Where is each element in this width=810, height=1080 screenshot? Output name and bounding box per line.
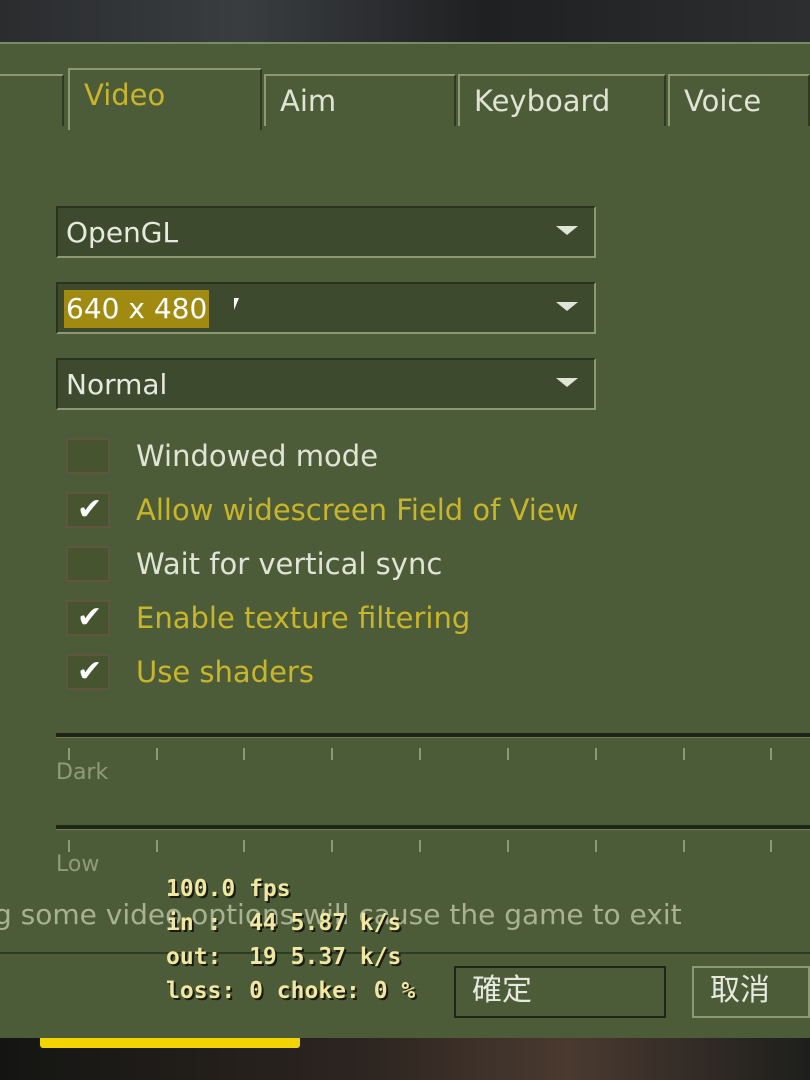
quality-value: Normal [66,368,168,401]
checkbox[interactable] [66,546,110,582]
slider-tick [331,748,333,760]
slider-tick [419,748,421,760]
net-graph-overlay: 100.0 fps in : 44 5.87 k/s out: 19 5.37 k/… [166,872,415,1008]
netgraph-fps: 100.0 fps [166,876,291,902]
cancel-button[interactable]: 取消 [692,966,810,1018]
tab-keyboard[interactable]: Keyboard [458,74,666,126]
option-label: Enable texture filtering [136,601,471,635]
mouse-cursor-icon [234,298,239,310]
tab-aim[interactable]: Aim [264,74,456,126]
slider-tick [683,748,685,760]
option-label: Allow widescreen Field of View [136,493,579,527]
slider-tick [331,840,333,852]
checkbox[interactable]: ✔ [66,654,110,690]
checkmark-icon: ✔ [77,600,103,635]
slider-tick [68,748,70,760]
slider-tick [243,840,245,852]
slider-tick [507,840,509,852]
option-label: Use shaders [136,655,314,689]
detail-slider[interactable] [56,825,810,830]
checkmark-icon: ✔ [77,654,103,689]
tab-previous[interactable] [0,74,64,126]
slider-tick [419,840,421,852]
slider-tick [68,840,70,852]
renderer-dropdown[interactable]: OpenGL [56,206,596,258]
ok-button[interactable]: 確定 [454,966,666,1018]
resolution-dropdown[interactable]: 640 x 480 [56,282,596,334]
slider-tick [595,748,597,760]
netgraph-out: out: 19 5.37 k/s [166,944,402,970]
dropdown-arrow-icon [556,226,578,235]
slider-tick [243,748,245,760]
checkbox[interactable]: ✔ [66,492,110,528]
netgraph-loss: loss: 0 choke: 0 % [166,978,416,1004]
tab-bar: Video Aim Keyboard Voice [0,68,810,130]
slider-tick [507,748,509,760]
slider-tick [683,840,685,852]
detail-min-label: Low [56,852,100,877]
slider-tick [770,840,772,852]
brightness-min-label: Dark [56,760,109,785]
brightness-slider[interactable] [56,733,810,738]
checkbox[interactable]: ✔ [66,600,110,636]
game-background-top [0,0,810,42]
dropdown-arrow-icon [556,302,578,311]
tab-video[interactable]: Video [68,68,262,130]
option-label: Windowed mode [136,439,379,473]
dropdown-arrow-icon [556,378,578,387]
slider-tick [770,748,772,760]
resolution-value[interactable]: 640 x 480 [64,290,210,328]
netgraph-in: in : 44 5.87 k/s [166,910,402,936]
option-label: Wait for vertical sync [136,547,443,581]
checkmark-icon: ✔ [77,492,103,527]
slider-tick [156,840,158,852]
renderer-value: OpenGL [66,216,179,249]
checkbox[interactable] [66,438,110,474]
quality-dropdown[interactable]: Normal [56,358,596,410]
slider-tick [595,840,597,852]
slider-tick [156,748,158,760]
tab-voice[interactable]: Voice [668,74,810,126]
